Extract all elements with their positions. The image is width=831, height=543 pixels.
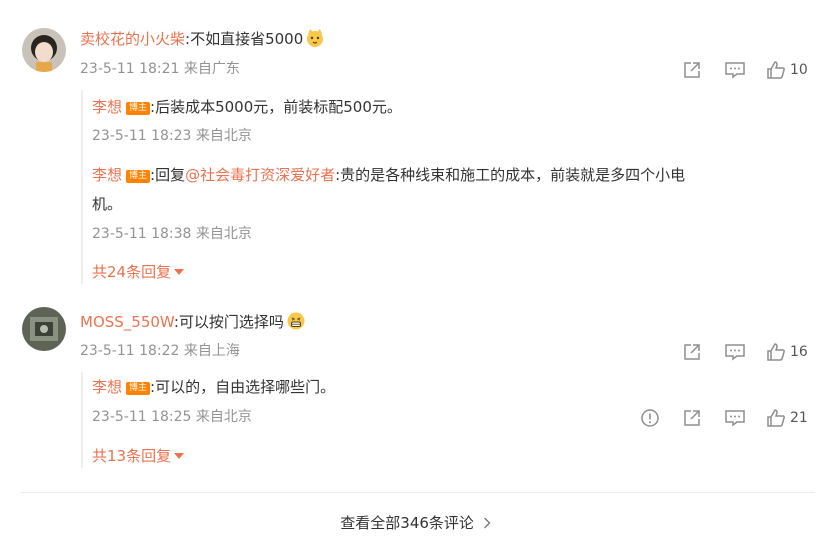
like-button[interactable]: 10 [766,60,808,80]
author-badge: 博主 [126,102,151,115]
chevron-right-icon [483,513,491,535]
more-replies-label: 共13条回复 [92,447,172,465]
reply-text: :可以的，自由选择哪些门。 [150,378,336,396]
divider [20,492,815,493]
like-icon [767,343,785,361]
comment-row: MOSS_550W:可以按门选择吗 [80,311,306,336]
more-replies-link[interactable]: 共24条回复 [92,262,185,282]
avatar[interactable] [22,307,66,351]
username-link[interactable]: 李想 [92,166,122,184]
reply-thread [81,90,823,284]
like-count: 21 [790,410,808,426]
share-button[interactable] [682,408,702,428]
comment-button[interactable] [724,60,746,80]
comment-text: :不如直接省5000 [185,30,304,48]
caret-down-icon [174,453,185,459]
avatar[interactable] [22,28,66,72]
view-all-label: 查看全部346条评论 [340,514,474,532]
author-badge: 博主 [126,382,151,395]
reply-meta: 23-5-11 18:38 来自北京 [92,226,252,242]
share-icon [684,62,700,78]
comment-button[interactable] [724,342,746,362]
username-link[interactable]: 卖校花的小火柴 [80,30,185,48]
caret-down-icon [174,269,185,275]
reply-row: 李想 博主:回复@社会毒打资深爱好者:贵的是各种线束和施工的成本，前装就是多四个小… [92,165,685,185]
like-button[interactable]: 21 [766,408,808,428]
comment-meta: 23-5-11 18:21 来自广东 [80,61,240,77]
reply-row: 李想 博主:可以的，自由选择哪些门。 [92,377,335,397]
username-link[interactable]: 李想 [92,98,122,116]
username-link[interactable]: MOSS_550W [80,313,174,331]
reply-row: 李想 博主:后装成本5000元，前装标配500元。 [92,97,402,117]
comment-row: 卖校花的小火柴:不如直接省5000 [80,28,325,53]
comment-icon [725,344,745,361]
comment-meta: 23-5-11 18:22 来自上海 [80,343,240,359]
report-button[interactable] [640,408,660,428]
comment-text: :可以按门选择吗 [173,313,284,331]
more-replies-label: 共24条回复 [92,263,172,281]
like-button[interactable]: 16 [766,342,808,362]
reply-text: :后装成本5000元，前装标配500元。 [150,98,402,116]
like-icon [767,61,785,79]
comment-icon [725,410,745,427]
like-count: 10 [790,62,808,78]
report-icon [641,409,659,427]
emoji-icon [305,28,325,53]
share-button[interactable] [682,342,702,362]
emoji-icon [286,311,306,336]
comment-button[interactable] [724,408,746,428]
share-icon [684,410,700,426]
mention-link[interactable]: @社会毒打资深爱好者 [185,166,335,184]
username-link[interactable]: 李想 [92,378,122,396]
like-icon [767,409,785,427]
reply-meta: 23-5-11 18:25 来自北京 [92,409,252,425]
reply-text-continued: 机。 [92,195,123,213]
comment-icon [725,62,745,79]
view-all-comments-link[interactable]: 查看全部346条评论 [0,512,831,535]
reply-prefix: :回复 [150,166,186,184]
author-badge: 博主 [126,170,151,183]
share-button[interactable] [682,60,702,80]
share-icon [684,344,700,360]
reply-meta: 23-5-11 18:23 来自北京 [92,128,252,144]
more-replies-link[interactable]: 共13条回复 [92,446,185,466]
like-count: 16 [790,344,808,360]
reply-text: :贵的是各种线束和施工的成本，前装就是多四个小电 [335,166,686,184]
